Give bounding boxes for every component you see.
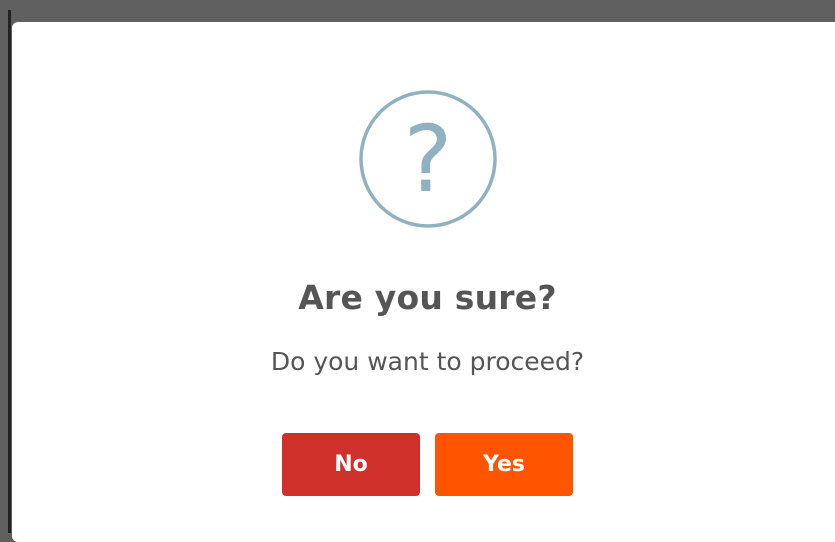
dialog-title: Are you sure? (298, 278, 557, 317)
question-icon-glyph: ? (404, 106, 453, 213)
dialog-message: Do you want to proceed? (270, 347, 585, 376)
backdrop: ? Are you sure? Do you want to proceed? … (0, 0, 835, 542)
no-button[interactable]: No (282, 433, 420, 496)
page-edge (8, 10, 11, 533)
question-icon: ? (359, 90, 497, 228)
yes-button[interactable]: Yes (435, 433, 573, 496)
